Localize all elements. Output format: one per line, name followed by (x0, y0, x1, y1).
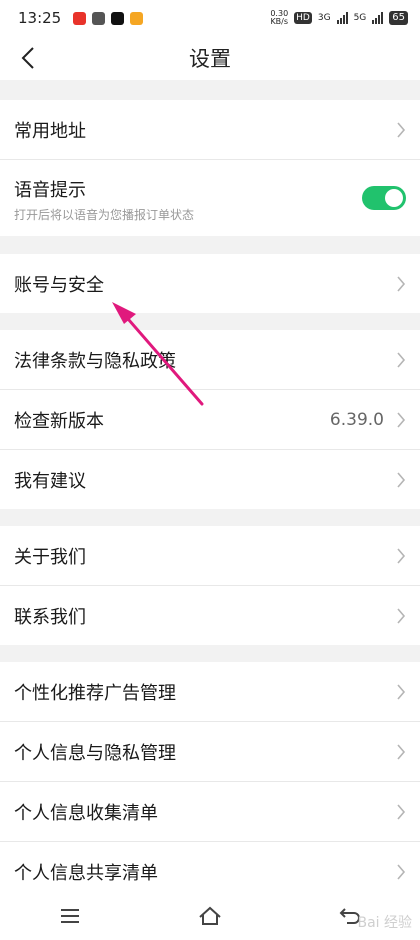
row-label: 检查新版本 (14, 410, 104, 432)
chevron-right-icon (397, 411, 406, 428)
chevron-right-icon (397, 275, 406, 292)
net-speed-unit: KB/s (270, 17, 289, 26)
row-label: 语音提示 (14, 179, 86, 201)
row-label: 个人信息与隐私管理 (14, 742, 176, 764)
row-ad-management[interactable]: 个性化推荐广告管理 (0, 662, 420, 722)
row-label: 法律条款与隐私政策 (14, 350, 176, 372)
row-info-collection-list[interactable]: 个人信息收集清单 (0, 782, 420, 842)
home-icon (199, 906, 221, 925)
status-bar: 13:25 0.30 KB/s HD 3G 5G 65 (0, 0, 420, 36)
settings-group-account: 账号与安全 (0, 254, 420, 313)
wechat-icon (92, 11, 106, 25)
row-label: 账号与安全 (14, 274, 104, 296)
status-indicators: 0.30 KB/s HD 3G 5G 65 (270, 0, 408, 36)
row-privacy-management[interactable]: 个人信息与隐私管理 (0, 722, 420, 782)
row-account-security[interactable]: 账号与安全 (0, 254, 420, 313)
settings-group-general: 常用地址 语音提示 打开后将以语音为您播报订单状态 (0, 100, 420, 236)
hd-badge: HD (294, 12, 312, 24)
chevron-right-icon (397, 471, 406, 488)
chevron-right-icon (397, 863, 406, 880)
row-label: 常用地址 (14, 120, 86, 142)
row-legal-privacy[interactable]: 法律条款与隐私政策 (0, 330, 420, 390)
settings-group-app: 法律条款与隐私政策 检查新版本 6.39.0 我有建议 (0, 330, 420, 509)
chevron-left-icon (21, 47, 34, 69)
status-time: 13:25 (18, 9, 62, 27)
row-feedback[interactable]: 我有建议 (0, 450, 420, 509)
row-about-us[interactable]: 关于我们 (0, 526, 420, 586)
chevron-right-icon (397, 547, 406, 564)
row-label: 关于我们 (14, 546, 86, 568)
menu-button[interactable] (50, 901, 90, 931)
chevron-right-icon (397, 743, 406, 760)
toggle-knob (385, 189, 403, 207)
row-check-version[interactable]: 检查新版本 6.39.0 (0, 390, 420, 450)
voice-prompt-toggle[interactable] (362, 186, 406, 210)
row-contact-us[interactable]: 联系我们 (0, 586, 420, 645)
watermark: Bai 经验 (357, 915, 412, 931)
sim1-label: 3G (317, 13, 331, 23)
menu-icon (61, 909, 79, 923)
row-label: 我有建议 (14, 470, 86, 492)
notification-icons (73, 11, 144, 25)
row-common-address[interactable]: 常用地址 (0, 100, 420, 160)
net-speed: 0.30 KB/s (270, 10, 288, 26)
settings-group-about: 关于我们 联系我们 (0, 526, 420, 645)
signal-icon-2 (372, 12, 384, 24)
tiktok-icon (111, 11, 125, 25)
chevron-right-icon (397, 803, 406, 820)
row-label: 个人信息收集清单 (14, 802, 158, 824)
weibo-icon (130, 11, 144, 25)
row-label: 个性化推荐广告管理 (14, 682, 176, 704)
nav-bar: 设置 (0, 36, 420, 80)
chevron-right-icon (397, 351, 406, 368)
row-label: 个人信息共享清单 (14, 862, 158, 884)
settings-group-personal-info: 个性化推荐广告管理 个人信息与隐私管理 个人信息收集清单 个人信息共享清单 (0, 662, 420, 901)
row-sublabel: 打开后将以语音为您播报订单状态 (14, 207, 195, 222)
chevron-right-icon (397, 683, 406, 700)
row-label: 联系我们 (14, 606, 86, 628)
chevron-right-icon (397, 607, 406, 624)
version-value: 6.39.0 (329, 409, 384, 430)
battery-indicator: 65 (389, 11, 408, 25)
chevron-right-icon (397, 121, 406, 138)
sim2-label: 5G (353, 13, 367, 23)
row-voice-prompt: 语音提示 打开后将以语音为您播报订单状态 (0, 160, 420, 236)
back-button[interactable] (10, 40, 46, 76)
page-title: 设置 (189, 47, 231, 71)
home-button[interactable] (190, 901, 230, 931)
signal-icon (336, 12, 348, 24)
news-app-icon (73, 11, 87, 25)
